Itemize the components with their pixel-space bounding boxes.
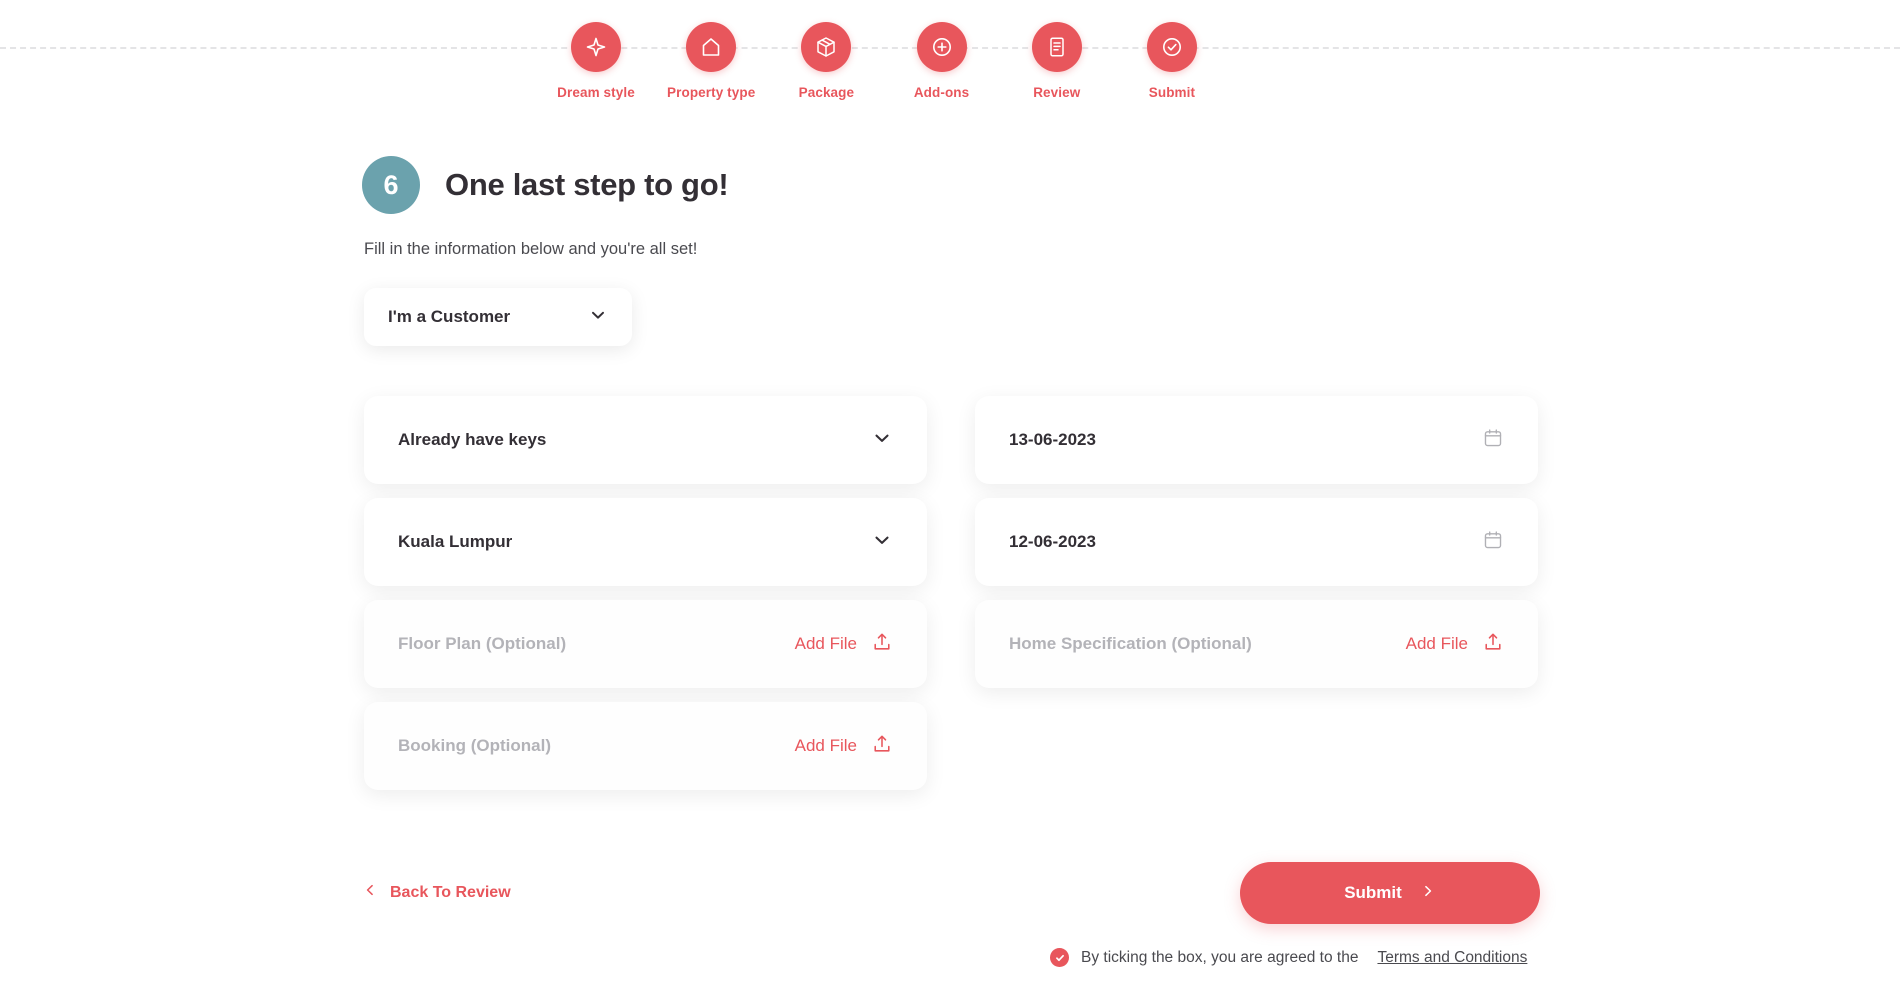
page-heading: 6 One last step to go!	[362, 156, 729, 214]
form-row-spacer	[975, 702, 1538, 790]
step-package[interactable]: Package	[778, 0, 874, 100]
floor-plan-label: Floor Plan (Optional)	[398, 634, 567, 653]
step-review[interactable]: Review	[1009, 0, 1105, 100]
plus-circle-icon	[930, 35, 954, 59]
form-row: Floor Plan (Optional) Add File Home Spec…	[364, 600, 1538, 688]
page-subtitle: Fill in the information below and you're…	[364, 240, 698, 258]
booking-label: Booking (Optional)	[398, 736, 551, 755]
upload-icon	[871, 631, 893, 658]
city-select-value: Kuala Lumpur	[398, 532, 513, 551]
step-add-ons-label: Add-ons	[913, 85, 970, 100]
back-to-review-label: Back To Review	[390, 883, 511, 901]
form-row: Booking (Optional) Add File	[364, 702, 1538, 790]
chevron-right-icon	[1420, 883, 1436, 904]
chevron-down-icon	[588, 305, 608, 330]
terms-agreement-row: By ticking the box, you are agreed to th…	[1050, 948, 1527, 967]
chevron-left-icon	[362, 882, 378, 903]
submission-form: Already have keys 13-06-2023 Kuala Lumpu…	[364, 396, 1538, 804]
upload-icon	[871, 733, 893, 760]
step-package-label: Package	[798, 85, 855, 100]
signup-wizard-page: Dream style Property type Package Add-on…	[0, 0, 1900, 993]
page-title: One last step to go!	[445, 167, 729, 202]
house-icon	[699, 35, 723, 59]
booking-add-file-button[interactable]: Add File	[795, 733, 893, 760]
terms-checkbox[interactable]	[1050, 948, 1069, 967]
submit-button-label: Submit	[1344, 883, 1402, 902]
keys-status-select[interactable]: Already have keys	[364, 396, 927, 484]
check-circle-icon	[1160, 35, 1184, 59]
step-property-type[interactable]: Property type	[663, 0, 759, 100]
home-specification-add-file-label: Add File	[1405, 634, 1468, 653]
keys-status-value: Already have keys	[398, 430, 547, 449]
step-submit-label: Submit	[1148, 85, 1196, 100]
home-specification-upload[interactable]: Home Specification (Optional) Add File	[975, 600, 1538, 688]
calendar-icon[interactable]	[1482, 427, 1504, 454]
booking-add-file-label: Add File	[794, 736, 857, 755]
step-package-circle	[801, 22, 852, 72]
city-select[interactable]: Kuala Lumpur	[364, 498, 927, 586]
wizard-stepper: Dream style Property type Package Add-on…	[0, 0, 1900, 118]
home-specification-add-file-button[interactable]: Add File	[1406, 631, 1504, 658]
step-dream-style[interactable]: Dream style	[548, 0, 644, 100]
booking-upload[interactable]: Booking (Optional) Add File	[364, 702, 927, 790]
step-add-ons[interactable]: Add-ons	[894, 0, 990, 100]
role-select[interactable]: I'm a Customer	[364, 288, 632, 346]
step-property-type-label: Property type	[667, 85, 756, 100]
package-icon	[814, 35, 838, 59]
date-field-secondary-value: 12-06-2023	[1009, 532, 1096, 551]
home-specification-label: Home Specification (Optional)	[1009, 634, 1252, 653]
step-property-type-circle	[686, 22, 737, 72]
floor-plan-add-file-button[interactable]: Add File	[795, 631, 893, 658]
floor-plan-upload[interactable]: Floor Plan (Optional) Add File	[364, 600, 927, 688]
step-submit[interactable]: Submit	[1124, 0, 1220, 100]
step-submit-circle	[1146, 22, 1197, 72]
document-list-icon	[1045, 35, 1069, 59]
role-select-value: I'm a Customer	[388, 307, 511, 326]
back-to-review-link[interactable]: Back To Review	[362, 882, 511, 903]
upload-icon	[1482, 631, 1504, 658]
date-field-primary[interactable]: 13-06-2023	[975, 396, 1538, 484]
chevron-down-icon	[871, 529, 893, 556]
floor-plan-add-file-label: Add File	[794, 634, 857, 653]
chevron-down-icon	[871, 427, 893, 454]
calendar-icon[interactable]	[1482, 529, 1504, 556]
form-row: Already have keys 13-06-2023	[364, 396, 1538, 484]
step-add-ons-circle	[916, 22, 967, 72]
submit-button[interactable]: Submit	[1240, 862, 1540, 924]
step-review-label: Review	[1033, 85, 1081, 100]
date-field-primary-value: 13-06-2023	[1009, 430, 1096, 449]
form-row: Kuala Lumpur 12-06-2023	[364, 498, 1538, 586]
date-field-secondary[interactable]: 12-06-2023	[975, 498, 1538, 586]
terms-text: By ticking the box, you are agreed to th…	[1081, 948, 1359, 966]
step-dream-style-label: Dream style	[557, 85, 635, 100]
sparkle-icon	[584, 35, 608, 59]
terms-and-conditions-link[interactable]: Terms and Conditions	[1377, 949, 1527, 967]
step-review-circle	[1031, 22, 1082, 72]
stepper-items: Dream style Property type Package Add-on…	[548, 0, 1220, 100]
step-number-badge: 6	[362, 156, 420, 214]
step-dream-style-circle	[571, 22, 621, 72]
